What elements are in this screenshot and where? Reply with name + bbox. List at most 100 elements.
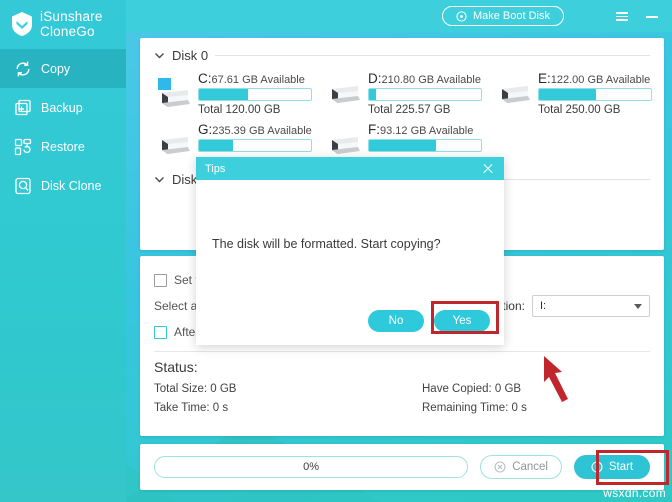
drive-total-d: Total 225.57 GB — [368, 104, 451, 116]
dialog-no-label: No — [388, 315, 404, 327]
drive-total-c: Total 120.00 GB — [198, 104, 281, 116]
after-copy-checkbox[interactable] — [154, 325, 167, 339]
restore-icon — [14, 138, 32, 155]
sidebar: iSunshare CloneGo Copy Backup Restore Di… — [0, 0, 126, 502]
brand-line-2: CloneGo — [40, 24, 95, 39]
dialog-yes-button[interactable]: Yes — [434, 310, 490, 332]
start-label: Start — [608, 461, 634, 473]
dialog-title: Tips — [205, 162, 226, 175]
brand-line-1: iSunshare — [40, 9, 103, 24]
drive-label-f: F:93.12 GB Available — [368, 122, 488, 137]
drive-usage-fill-e — [539, 89, 597, 100]
drive-label-c: C:67.61 GB Available — [198, 71, 318, 86]
sidebar-item-label: Restore — [41, 139, 85, 154]
system-drive-icon — [158, 78, 190, 107]
drive-info-d: D:210.80 GB Available Total 225.57 GB — [368, 71, 488, 116]
drive-letter-c: C: — [198, 71, 212, 86]
cancel-label: Cancel — [512, 461, 548, 473]
drive-icon — [162, 137, 190, 154]
drive-item-f[interactable]: F:93.12 GB Available — [326, 122, 496, 158]
dialog-no-button[interactable]: No — [368, 310, 424, 332]
make-boot-disk-button[interactable]: Make Boot Disk — [441, 6, 564, 26]
bottom-action-bar: 0% Cancel Start — [140, 444, 664, 490]
drive-row-1: C:67.61 GB Available Total 120.00 GB D:2… — [140, 63, 664, 116]
boot-disk-icon — [456, 10, 467, 22]
dialog-title-bar: Tips — [196, 157, 504, 180]
cancel-circle-icon — [494, 461, 506, 473]
drive-item-g[interactable]: G:235.39 GB Available — [156, 122, 326, 158]
partition-dropdown-value: I: — [540, 300, 547, 312]
drive-usage-fill-c — [199, 89, 249, 100]
drive-available-e: 122.00 GB Available — [550, 74, 651, 86]
brand-text: iSunshare CloneGo — [40, 9, 103, 39]
total-size-value: Total Size: 0 GB — [154, 382, 237, 395]
drive-label-d: D:210.80 GB Available — [368, 71, 488, 86]
drive-info-c: C:67.61 GB Available Total 120.00 GB — [198, 71, 318, 116]
brand-logo-block: iSunshare CloneGo — [0, 0, 126, 39]
progress-bar: 0% — [154, 456, 469, 478]
take-time-value: Take Time: 0 s — [154, 401, 229, 414]
remaining-time-value: Remaining Time: 0 s — [422, 401, 527, 414]
drive-item-e[interactable]: E:122.00 GB Available Total 250.00 GB — [496, 71, 664, 116]
drive-available-c: 67.61 GB Available — [211, 74, 305, 86]
sidebar-item-disk-clone[interactable]: Disk Clone — [0, 166, 126, 205]
set-target-label: Set t — [174, 273, 199, 287]
partition-dropdown[interactable]: I: — [532, 295, 650, 317]
drive-usage-bar-c — [198, 88, 312, 101]
chevron-down-icon — [155, 53, 164, 59]
drive-usage-fill-g — [199, 140, 233, 151]
start-button[interactable]: Start — [574, 455, 650, 479]
disk-clone-icon — [15, 177, 31, 194]
watermark: wsxdn.com — [603, 486, 666, 500]
dialog-message: The disk will be formatted. Start copyin… — [212, 237, 441, 251]
drive-icon — [332, 86, 360, 103]
sidebar-item-label: Copy — [41, 61, 71, 76]
drive-usage-fill-f — [369, 140, 437, 151]
select-partition-label: Select a — [154, 299, 198, 313]
pointer-arrow-annotation — [544, 356, 568, 402]
tips-dialog: Tips The disk will be formatted. Start c… — [196, 157, 504, 345]
chevron-down-icon — [155, 177, 164, 183]
drive-row-2: G:235.39 GB Available F:93.12 GB Availab… — [140, 116, 664, 158]
sidebar-item-label: Disk Clone — [41, 178, 102, 193]
progress-text: 0% — [303, 461, 320, 473]
dialog-yes-label: Yes — [452, 315, 472, 327]
have-copied-value: Have Copied: 0 GB — [422, 382, 522, 395]
drive-available-d: 210.80 GB Available — [381, 74, 481, 86]
drive-label-e: E:122.00 GB Available — [538, 71, 658, 86]
sidebar-item-label: Backup — [41, 100, 83, 115]
sidebar-item-copy[interactable]: Copy — [0, 49, 126, 88]
drive-usage-fill-d — [369, 89, 376, 100]
drive-usage-bar-d — [368, 88, 482, 101]
disk-group-0-title: Disk 0 — [172, 48, 209, 63]
chevron-down-icon — [634, 303, 642, 309]
drive-usage-bar-f — [368, 139, 482, 152]
group-divider — [215, 55, 650, 56]
hamburger-menu-icon[interactable] — [614, 8, 630, 24]
drive-letter-f: F: — [368, 122, 380, 137]
drive-letter-d: D: — [368, 71, 382, 86]
make-boot-disk-label: Make Boot Disk — [472, 10, 550, 22]
cancel-button[interactable]: Cancel — [480, 455, 562, 479]
disk-group-0-header[interactable]: Disk 0 — [140, 38, 664, 63]
partition-select-group: artition: I: — [486, 295, 650, 317]
drive-available-g: 235.39 GB Available — [212, 125, 312, 137]
sidebar-item-backup[interactable]: Backup — [0, 88, 126, 127]
set-target-checkbox[interactable] — [154, 273, 167, 287]
sidebar-item-restore[interactable]: Restore — [0, 127, 126, 166]
drive-item-d[interactable]: D:210.80 GB Available Total 225.57 GB — [326, 71, 496, 116]
drive-letter-e: E: — [538, 71, 551, 86]
drive-usage-bar-g — [198, 139, 312, 152]
drive-info-g: G:235.39 GB Available — [198, 122, 318, 155]
backup-icon — [15, 99, 31, 115]
drive-icon — [502, 86, 530, 103]
dialog-actions: No Yes — [368, 310, 490, 332]
drive-label-g: G:235.39 GB Available — [198, 122, 318, 137]
title-bar: Make Boot Disk — [126, 0, 672, 32]
drive-usage-bar-e — [538, 88, 652, 101]
isunshare-logo-icon — [12, 12, 32, 36]
close-icon[interactable] — [481, 162, 495, 176]
drive-item-c[interactable]: C:67.61 GB Available Total 120.00 GB — [156, 71, 326, 116]
minimize-icon[interactable] — [644, 8, 660, 24]
drive-total-e: Total 250.00 GB — [538, 104, 621, 116]
